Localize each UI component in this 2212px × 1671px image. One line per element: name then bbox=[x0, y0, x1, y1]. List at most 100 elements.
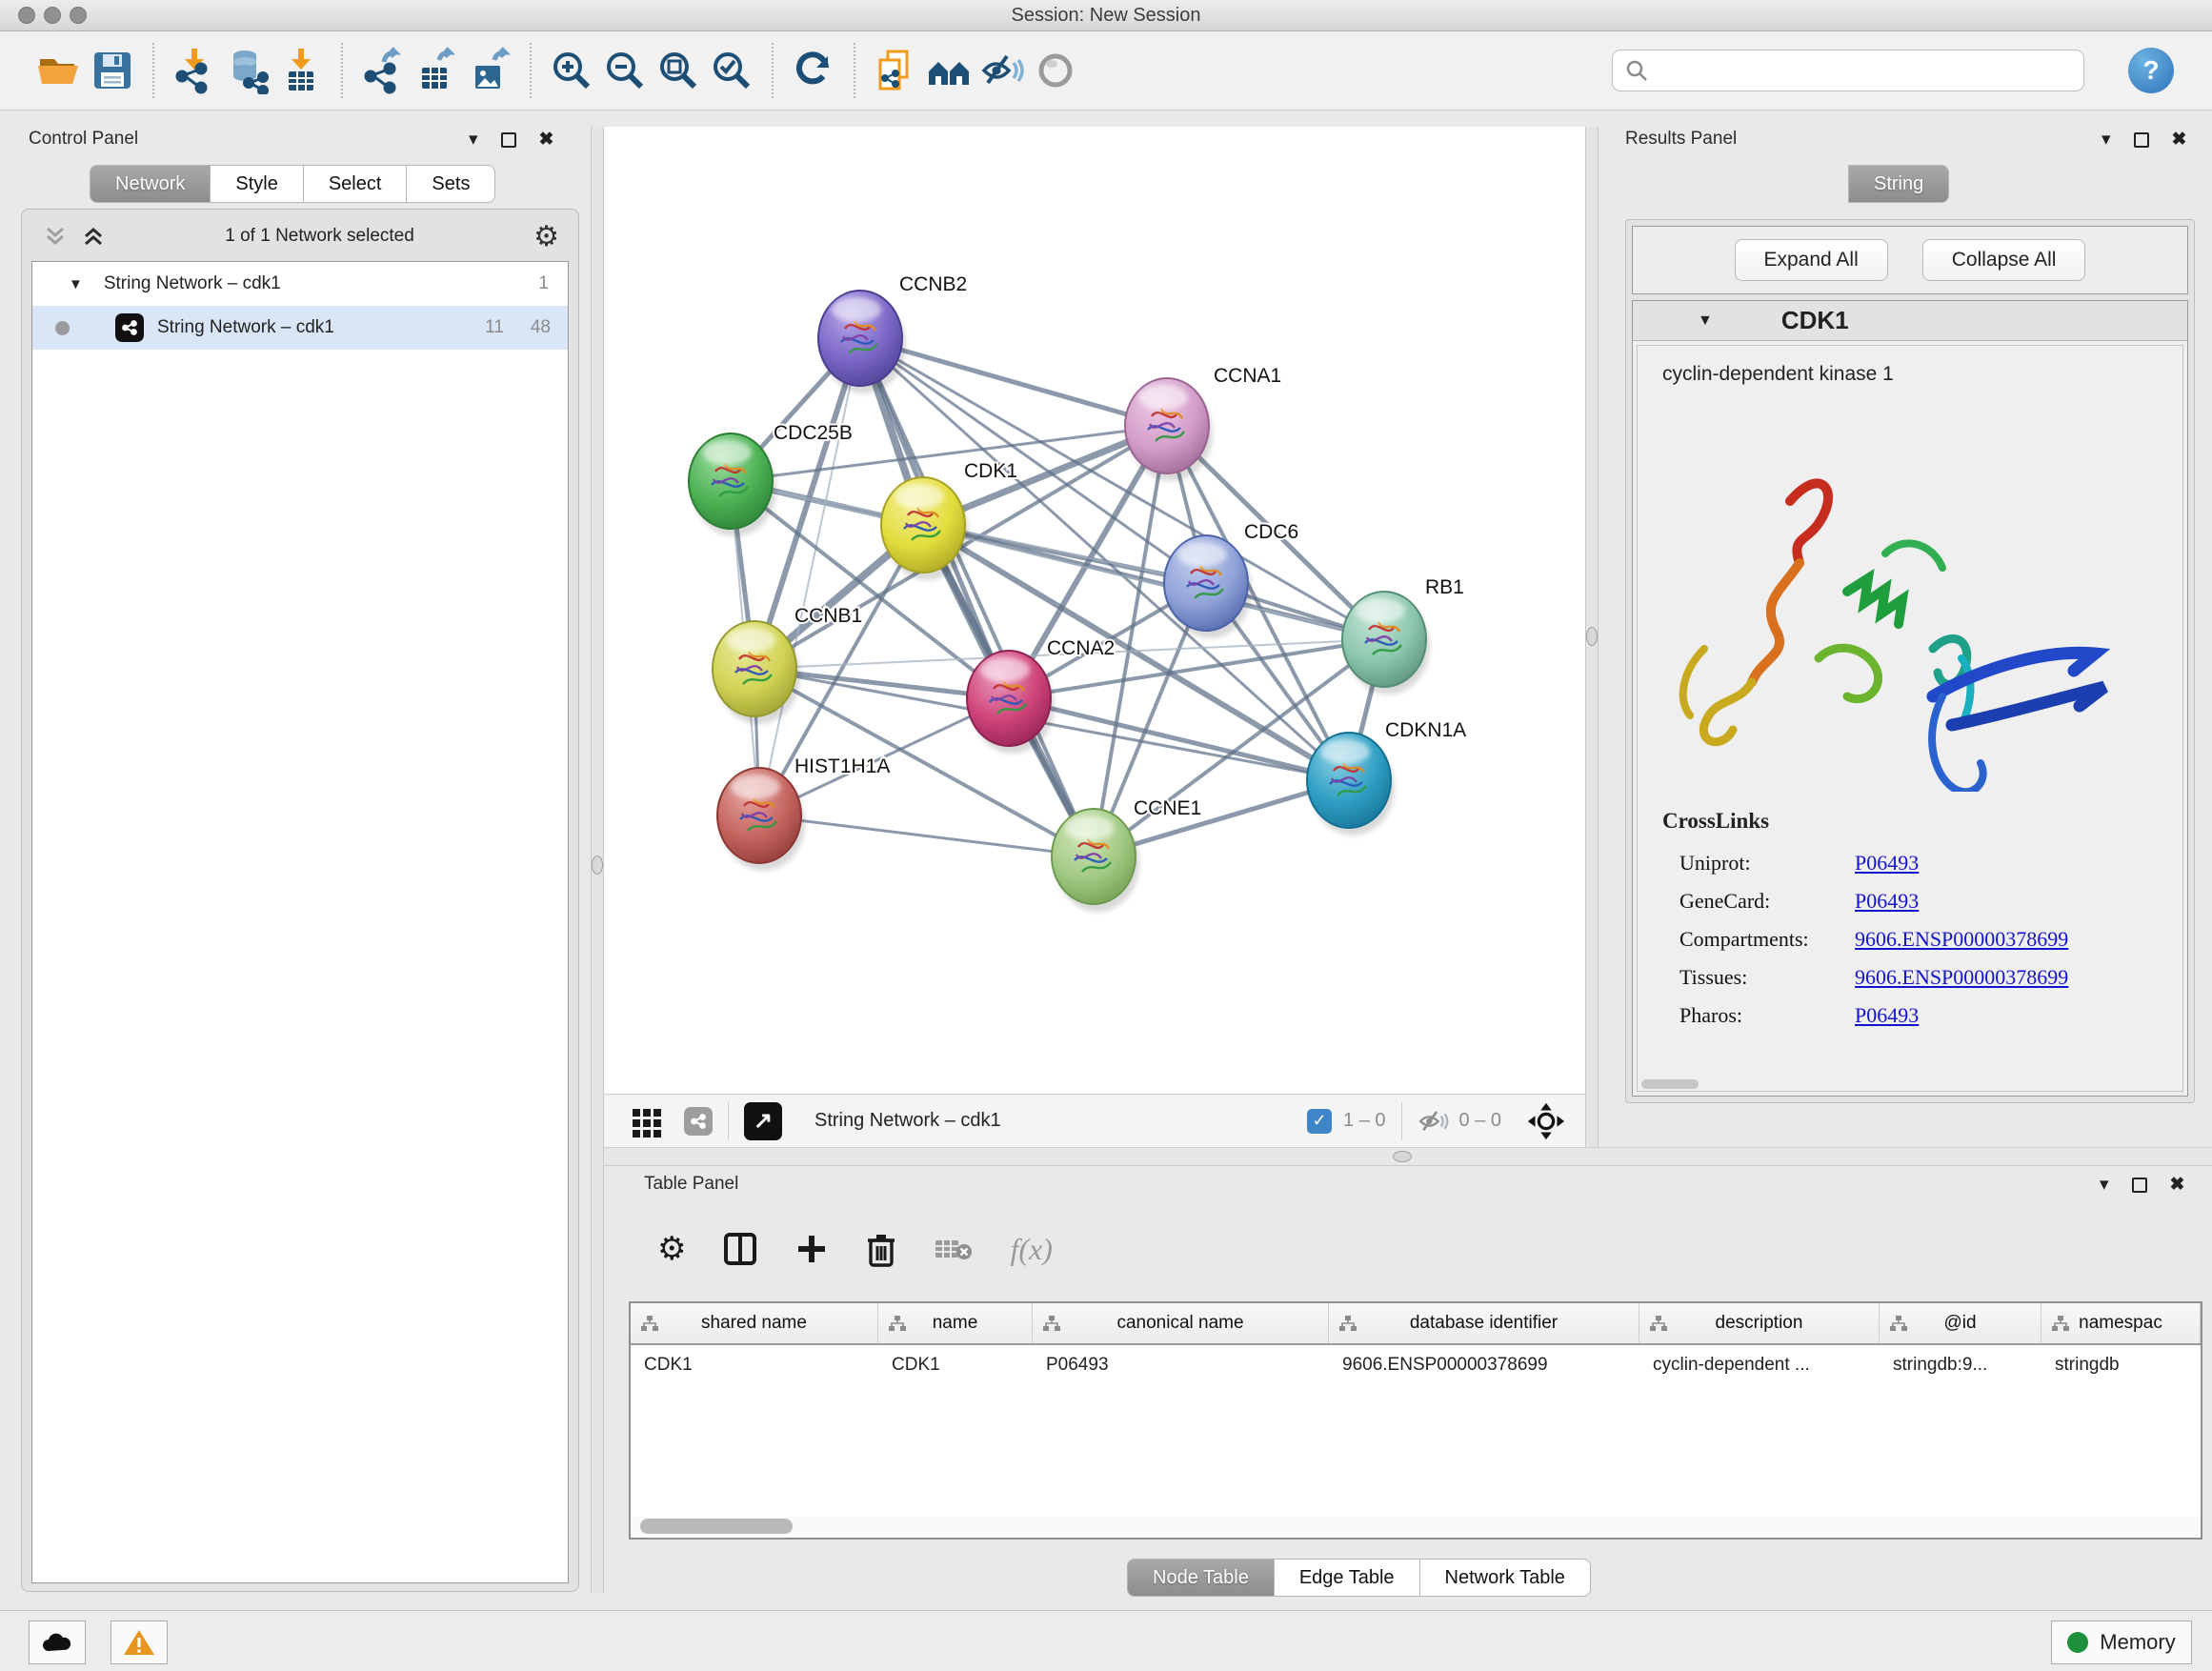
results-panel: Results Panel ▾ ✖ String Expand All Coll… bbox=[1599, 127, 2212, 1147]
table-cell[interactable]: cyclin-dependent ... bbox=[1639, 1345, 1880, 1387]
open-session-button[interactable] bbox=[32, 42, 86, 99]
table-cell[interactable]: stringdb bbox=[2041, 1345, 2201, 1387]
column-header-2[interactable]: canonical name bbox=[1033, 1303, 1329, 1343]
show-columns-icon[interactable] bbox=[722, 1231, 758, 1267]
left-splitter[interactable] bbox=[591, 127, 604, 1593]
tab-string[interactable]: String bbox=[1848, 165, 1949, 203]
results-hscroll-thumb[interactable] bbox=[1641, 1079, 1699, 1089]
column-header-4[interactable]: description bbox=[1639, 1303, 1880, 1343]
network-node-HIST1H1A[interactable]: HIST1H1A bbox=[717, 755, 890, 871]
table-cell[interactable]: P06493 bbox=[1033, 1345, 1329, 1387]
control-panel: Control Panel ▾ ✖ Network Style Select S… bbox=[11, 127, 591, 1594]
table-cell[interactable]: CDK1 bbox=[878, 1345, 1033, 1387]
home-neighbors-button[interactable] bbox=[922, 42, 975, 99]
network-canvas[interactable]: CCNB2CCNA1CDC25BCDK1CDC6RB1CCNB1CCNA2CDK… bbox=[604, 127, 1585, 1094]
crosslink-link[interactable]: P06493 bbox=[1855, 889, 1919, 914]
gear-icon[interactable]: ⚙ bbox=[533, 220, 559, 253]
table-cell[interactable]: CDK1 bbox=[631, 1345, 878, 1387]
duplicate-document-button[interactable] bbox=[869, 42, 922, 99]
expand-all-chevrons-icon[interactable] bbox=[81, 225, 106, 248]
collapse-all-chevrons-icon[interactable] bbox=[43, 225, 68, 248]
close-panel-icon[interactable]: ✖ bbox=[539, 131, 554, 149]
tab-style[interactable]: Style bbox=[211, 165, 303, 203]
network-row-selected[interactable]: String Network – cdk1 11 48 bbox=[32, 306, 568, 350]
close-panel-icon[interactable]: ✖ bbox=[2172, 131, 2187, 149]
selected-checkbox-icon[interactable]: ✓ bbox=[1307, 1109, 1332, 1134]
open-in-new-window-icon[interactable]: ↗ bbox=[744, 1102, 782, 1140]
tab-select[interactable]: Select bbox=[304, 165, 408, 203]
add-column-icon[interactable] bbox=[794, 1232, 829, 1266]
table-settings-gear-icon[interactable]: ⚙ bbox=[657, 1230, 686, 1268]
birdseye-grid-icon[interactable] bbox=[631, 1105, 663, 1137]
table-row[interactable]: CDK1CDK1P064939606.ENSP00000378699cyclin… bbox=[631, 1345, 2201, 1387]
panel-menu-icon[interactable]: ▾ bbox=[2101, 131, 2111, 149]
global-search-field[interactable] bbox=[1612, 50, 2084, 91]
refresh-view-button[interactable] bbox=[787, 42, 840, 99]
collapse-gene-icon[interactable]: ▼ bbox=[1698, 312, 1713, 330]
close-panel-icon[interactable]: ✖ bbox=[2170, 1176, 2185, 1194]
pan-crosshair-icon[interactable] bbox=[1526, 1101, 1566, 1141]
tab-network[interactable]: Network bbox=[90, 165, 211, 203]
network-edges[interactable] bbox=[731, 338, 1384, 856]
network-node-RB1[interactable]: RB1 bbox=[1342, 576, 1464, 695]
network-collection-row[interactable]: ▼ String Network – cdk1 1 bbox=[32, 262, 568, 306]
hide-selected-button[interactable] bbox=[975, 42, 1029, 99]
collapse-all-button[interactable]: Collapse All bbox=[1922, 239, 2086, 281]
horizontal-splitter[interactable] bbox=[604, 1147, 2212, 1166]
export-network-button[interactable] bbox=[356, 42, 410, 99]
panel-menu-icon[interactable]: ▾ bbox=[469, 131, 478, 149]
zoom-selected-button[interactable] bbox=[705, 42, 758, 99]
column-header-5[interactable]: @id bbox=[1880, 1303, 2041, 1343]
horizontal-splitter-handle[interactable] bbox=[1393, 1151, 1412, 1162]
memory-button[interactable]: Memory bbox=[2051, 1621, 2192, 1664]
column-header-1[interactable]: name bbox=[878, 1303, 1033, 1343]
table-cell[interactable]: 9606.ENSP00000378699 bbox=[1329, 1345, 1639, 1387]
float-panel-icon[interactable] bbox=[501, 132, 516, 148]
network-node-CDK1[interactable]: CDK1 bbox=[881, 460, 1017, 580]
crosslink-link[interactable]: 9606.ENSP00000378699 bbox=[1855, 965, 2068, 990]
tab-network-table[interactable]: Network Table bbox=[1420, 1559, 1591, 1597]
table-cell[interactable]: stringdb:9... bbox=[1880, 1345, 2041, 1387]
tab-sets[interactable]: Sets bbox=[407, 165, 495, 203]
table-hscroll-thumb[interactable] bbox=[640, 1519, 793, 1534]
zoom-in-button[interactable] bbox=[545, 42, 598, 99]
cloud-status-button[interactable] bbox=[29, 1621, 86, 1664]
column-header-6[interactable]: namespac bbox=[2041, 1303, 2201, 1343]
export-image-button[interactable] bbox=[463, 42, 516, 99]
search-input[interactable] bbox=[1649, 53, 2072, 88]
network-node-CDKN1A[interactable]: CDKN1A bbox=[1307, 719, 1466, 836]
tab-edge-table[interactable]: Edge Table bbox=[1275, 1559, 1420, 1597]
show-all-sphere-button[interactable] bbox=[1029, 42, 1082, 99]
crosslink-label: Uniprot: bbox=[1679, 851, 1855, 876]
column-header-3[interactable]: database identifier bbox=[1329, 1303, 1639, 1343]
warnings-button[interactable] bbox=[111, 1621, 168, 1664]
crosslink-link[interactable]: P06493 bbox=[1855, 851, 1919, 876]
delete-column-trash-icon[interactable] bbox=[865, 1231, 897, 1267]
left-splitter-handle[interactable] bbox=[592, 856, 603, 875]
gene-card-header[interactable]: ▼ CDK1 bbox=[1633, 301, 2187, 341]
right-splitter[interactable] bbox=[1585, 127, 1599, 1147]
import-network-file-button[interactable] bbox=[168, 42, 221, 99]
crosslink-link[interactable]: 9606.ENSP00000378699 bbox=[1855, 927, 2068, 952]
zoom-fit-button[interactable] bbox=[652, 42, 705, 99]
node-label-CCNB1: CCNB1 bbox=[794, 605, 862, 627]
right-splitter-handle[interactable] bbox=[1586, 627, 1598, 646]
help-button[interactable]: ? bbox=[2128, 48, 2174, 93]
save-session-button[interactable] bbox=[86, 42, 139, 99]
network-share-icon[interactable] bbox=[684, 1107, 713, 1136]
network-node-CCNB2[interactable]: CCNB2 bbox=[818, 273, 967, 393]
import-table-file-button[interactable] bbox=[274, 42, 328, 99]
float-panel-icon[interactable] bbox=[2134, 132, 2149, 148]
float-panel-icon[interactable] bbox=[2132, 1178, 2147, 1193]
tab-node-table[interactable]: Node Table bbox=[1127, 1559, 1275, 1597]
tree-expander-icon[interactable]: ▼ bbox=[69, 276, 83, 292]
zoom-out-button[interactable] bbox=[598, 42, 652, 99]
crosslink-link[interactable]: P06493 bbox=[1855, 1003, 1919, 1028]
network-node-CCNE1[interactable]: CCNE1 bbox=[1052, 797, 1201, 912]
export-table-button[interactable] bbox=[410, 42, 463, 99]
panel-menu-icon[interactable]: ▾ bbox=[2100, 1176, 2109, 1194]
table-hscrollbar[interactable] bbox=[633, 1517, 2199, 1536]
expand-all-button[interactable]: Expand All bbox=[1735, 239, 1888, 281]
import-network-database-button[interactable] bbox=[221, 42, 274, 99]
column-header-0[interactable]: shared name bbox=[631, 1303, 878, 1343]
